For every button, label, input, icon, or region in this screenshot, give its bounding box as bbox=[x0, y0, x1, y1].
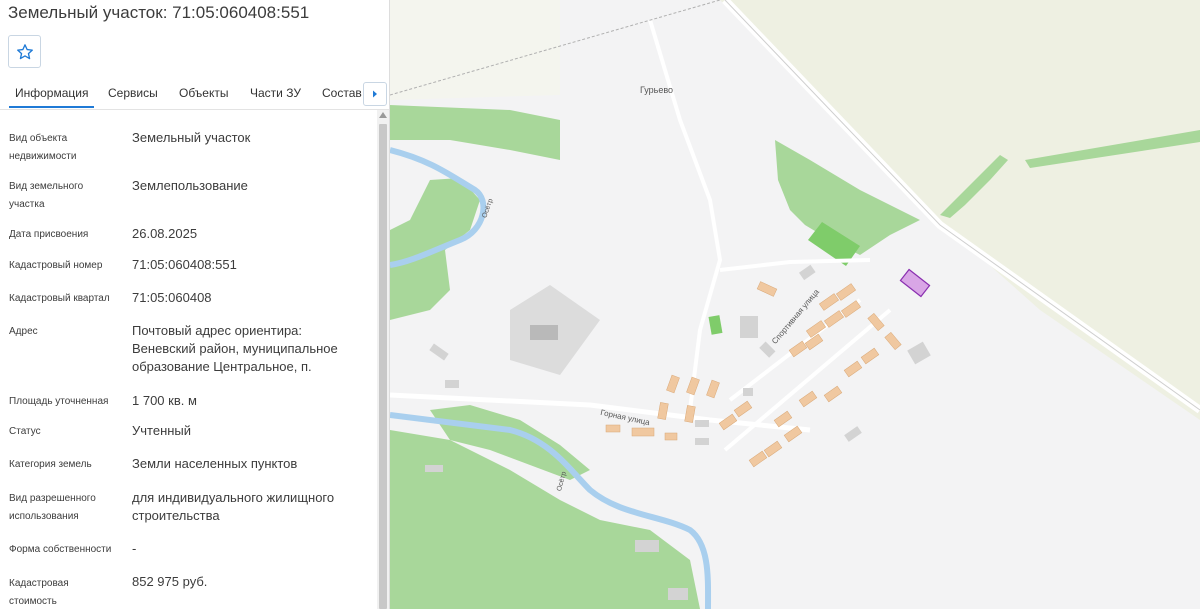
road bbox=[719, 258, 871, 272]
info-panel: Земельный участок: 71:05:060408:551 Инфо… bbox=[0, 0, 390, 609]
property-value: - bbox=[132, 541, 137, 556]
property-value: Землепользование bbox=[132, 178, 248, 193]
tabs-scroll-right-button[interactable] bbox=[363, 82, 387, 106]
property-label: Кадастровый номер bbox=[9, 260, 103, 271]
property-label: Вид земельного участка bbox=[9, 181, 84, 210]
tab-composition[interactable]: Состав bbox=[322, 86, 362, 100]
property-value: 1 700 кв. м bbox=[132, 393, 197, 408]
map-view[interactable]: Гурьево Горная улица Спортивная улица Ос… bbox=[390, 0, 1200, 609]
scrollbar-thumb[interactable] bbox=[379, 124, 387, 609]
selected-parcel bbox=[899, 268, 931, 298]
property-value: Земли населенных пунктов bbox=[132, 456, 298, 471]
chevron-right-icon bbox=[373, 90, 377, 98]
building-gray bbox=[530, 325, 558, 340]
property-value: 852 975 руб. bbox=[132, 574, 208, 589]
property-label: Дата присвоения bbox=[9, 229, 89, 240]
green-plot bbox=[708, 315, 723, 335]
property-label: Вид разрешенного использования bbox=[9, 493, 96, 522]
favorite-button[interactable] bbox=[8, 35, 41, 68]
field-area bbox=[390, 0, 560, 100]
property-label: Кадастровая стоимость bbox=[9, 578, 69, 607]
property-label: Категория земель bbox=[9, 459, 92, 470]
property-label: Статус bbox=[9, 426, 41, 437]
property-label: Вид объекта недвижимости bbox=[9, 133, 77, 162]
property-label: Адрес bbox=[9, 326, 38, 337]
property-value: Почтовый адрес ориентира: Веневский райо… bbox=[132, 323, 338, 374]
scroll-up-arrow-icon[interactable] bbox=[379, 112, 387, 118]
property-value: 71:05:060408:551 bbox=[132, 257, 237, 272]
property-label: Форма собственности bbox=[9, 544, 112, 555]
panel-scrollbar[interactable] bbox=[377, 110, 389, 609]
tab-parts[interactable]: Части ЗУ bbox=[250, 86, 301, 100]
star-icon bbox=[16, 43, 33, 59]
property-value: 71:05:060408 bbox=[132, 290, 212, 305]
property-value: для индивидуального жилищного строительс… bbox=[132, 490, 335, 523]
residential-buildings bbox=[605, 281, 902, 468]
property-label: Площадь уточненная bbox=[9, 396, 109, 407]
village-label: Гурьево bbox=[640, 85, 674, 95]
property-value: Учтенный bbox=[132, 423, 192, 438]
property-value: Земельный участок bbox=[132, 130, 251, 145]
property-label: Кадастровый квартал bbox=[9, 293, 110, 304]
property-value: 26.08.2025 bbox=[132, 226, 198, 241]
tab-services[interactable]: Сервисы bbox=[108, 86, 158, 100]
page-title: Земельный участок: 71:05:060408:551 bbox=[8, 3, 310, 22]
forest-area bbox=[390, 105, 560, 160]
tab-objects[interactable]: Объекты bbox=[179, 86, 229, 100]
map-canvas[interactable] bbox=[390, 0, 1200, 609]
tab-bar: Информация Сервисы Объекты Части ЗУ Сост… bbox=[0, 80, 389, 110]
tab-information[interactable]: Информация bbox=[8, 86, 96, 108]
road bbox=[648, 19, 723, 411]
